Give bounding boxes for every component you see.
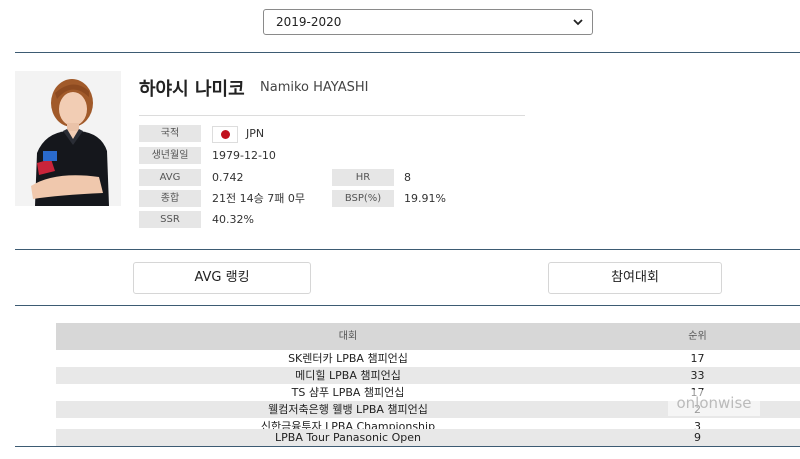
hr-label: HR [332,169,394,186]
bsp-value: 19.91% [404,192,446,205]
ssr-value: 40.32% [212,213,254,226]
tournament-cell: SK렌터카 LPBA 챔피언십 [288,352,408,365]
player-photo [15,71,121,206]
tournaments-button[interactable]: 참여대회 [548,262,722,294]
nationality-label: 국적 [139,125,201,142]
japan-flag-icon [212,126,238,143]
rank-column-header: 순위 [688,331,707,342]
tournament-cell: TS 샴푸 LPBA 챔피언십 [291,386,405,399]
chevron-down-icon [573,19,583,26]
table-header-row: 대회 순위 [56,323,800,350]
bsp-label: BSP(%) [332,190,394,207]
player-portrait-icon [15,71,121,206]
avg-ranking-button[interactable]: AVG 랭킹 [133,262,311,294]
table-row: 메디힐 LPBA 챔피언십 33 [56,367,800,384]
rank-cell: 33 [690,369,705,382]
avg-value: 0.742 [212,171,244,184]
tournament-cell: 웰컴저축은행 웰뱅 LPBA 챔피언십 [268,403,428,416]
rank-cell: 9 [694,431,701,444]
nationality-value: JPN [246,127,265,140]
record-label: 종합 [139,190,201,207]
divider [15,305,800,306]
rank-cell: 17 [690,352,705,365]
birthdate-label: 생년월일 [139,147,201,164]
divider [15,249,800,250]
divider [15,446,800,447]
birthdate-value: 1979-12-10 [212,149,276,162]
tournament-column-header: 대회 [338,331,358,342]
avg-label: AVG [139,169,201,186]
table-row: LPBA Tour Panasonic Open 9 [56,429,800,446]
player-name-english: Namiko HAYASHI [260,80,369,95]
table-row: SK렌터카 LPBA 챔피언십 17 [56,350,800,367]
name-divider [139,115,525,116]
player-name-korean: 하야시 나미코 [139,79,245,100]
hr-value: 8 [404,171,411,184]
season-select-value: 2019-2020 [276,15,342,29]
season-select[interactable]: 2019-2020 [263,9,593,35]
tournament-cell: 메디힐 LPBA 챔피언십 [295,369,401,382]
watermark: onlonwise [668,390,760,416]
tournament-cell: LPBA Tour Panasonic Open [275,431,421,444]
record-value: 21전 14승 7패 0무 [212,192,305,205]
ssr-label: SSR [139,211,201,228]
divider [15,52,800,53]
